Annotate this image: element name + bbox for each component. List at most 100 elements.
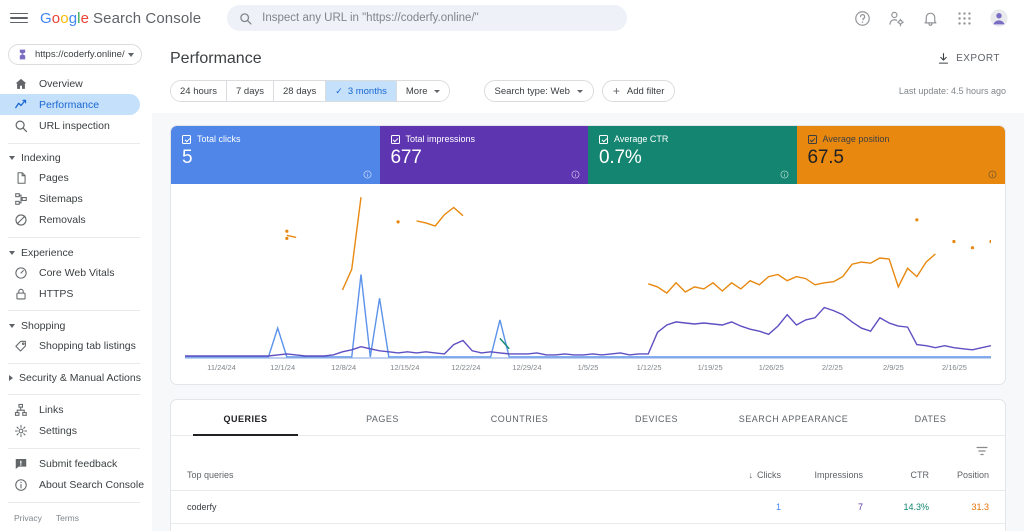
- metric-total-clicks[interactable]: Total clicks 5: [171, 126, 380, 184]
- performance-line-chart[interactable]: [185, 188, 991, 363]
- range-7-days[interactable]: 7 days: [226, 81, 274, 101]
- cell-position: 78.3: [939, 523, 1005, 531]
- range-28-days[interactable]: 28 days: [273, 81, 327, 101]
- cell-impressions: 96: [791, 523, 873, 531]
- tab-dates[interactable]: DATES: [862, 400, 999, 435]
- property-selector[interactable]: https://coderfy.online/: [8, 44, 142, 66]
- checkbox-icon[interactable]: [390, 134, 400, 144]
- range-more[interactable]: More: [396, 81, 449, 101]
- sidebar-item-pages[interactable]: Pages: [0, 168, 140, 189]
- metric-header: Average CTR: [599, 134, 786, 144]
- sidebar-item-label: Performance: [39, 98, 100, 111]
- page-header: Performance EXPORT 24 hours 7 days 28 da…: [152, 36, 1024, 113]
- table-row[interactable]: wordpress development miami 0 96 0% 78.3: [171, 523, 1005, 531]
- column-header-position[interactable]: Position: [939, 462, 1005, 491]
- top-bar: Google Search Console: [0, 0, 1024, 36]
- sidebar-item-submit-feedback[interactable]: Submit feedback: [0, 454, 140, 475]
- help-icon[interactable]: [854, 10, 871, 27]
- chevron-right-icon: [9, 375, 13, 382]
- sidebar-item-overview[interactable]: Overview: [0, 73, 140, 94]
- search-input[interactable]: [262, 12, 616, 24]
- export-button[interactable]: EXPORT: [931, 48, 1006, 69]
- search-icon: [240, 12, 252, 25]
- column-header-impressions[interactable]: Impressions: [791, 462, 873, 491]
- metric-cards: Total clicks 5 Total impressions 677 Ave…: [171, 126, 1005, 184]
- column-header-top-queries[interactable]: Top queries: [171, 462, 703, 491]
- cell-clicks: 1: [703, 490, 791, 524]
- sidebar-item-removals[interactable]: Removals: [0, 210, 140, 231]
- url-inspection-search[interactable]: [227, 5, 628, 31]
- sidebar-group-shopping[interactable]: Shopping: [0, 316, 152, 335]
- cell-position: 31.3: [939, 490, 1005, 524]
- metric-header: Total impressions: [390, 134, 578, 144]
- range-label: More: [405, 85, 428, 97]
- download-icon: [938, 53, 949, 64]
- column-header-clicks[interactable]: ↓ Clicks: [703, 462, 791, 491]
- terms-link[interactable]: Terms: [56, 513, 79, 523]
- sidebar-item-settings[interactable]: Settings: [0, 421, 140, 442]
- metric-average-position[interactable]: Average position 67.5: [796, 126, 1005, 184]
- sidebar-group-security[interactable]: Security & Manual Actions: [0, 369, 152, 388]
- search-type-filter[interactable]: Search type: Web: [483, 80, 594, 102]
- sidebar-group-label: Security & Manual Actions: [19, 372, 141, 385]
- tab-pages[interactable]: PAGES: [314, 400, 451, 435]
- sidebar-group-experience[interactable]: Experience: [0, 243, 152, 262]
- info-icon[interactable]: [363, 170, 372, 179]
- column-header-ctr[interactable]: CTR: [873, 462, 939, 491]
- trend-icon: [15, 99, 27, 109]
- chart-data-point: [915, 218, 919, 222]
- metric-label: Total impressions: [405, 134, 476, 144]
- property-label: https://coderfy.online/: [35, 49, 125, 61]
- sidebar-item-label: Pages: [39, 172, 69, 185]
- table-row[interactable]: coderfy 1 7 14.3% 31.3: [171, 490, 1005, 524]
- date-range-segmented-control: 24 hours 7 days 28 days ✓ 3 months More: [170, 80, 450, 102]
- range-24-hours[interactable]: 24 hours: [171, 81, 227, 101]
- sidebar-item-shopping-tab-listings[interactable]: Shopping tab listings: [0, 336, 140, 357]
- info-icon[interactable]: [571, 170, 580, 179]
- tab-queries[interactable]: QUERIES: [177, 400, 314, 436]
- sidebar-group-label: Shopping: [21, 319, 66, 332]
- manage-users-icon[interactable]: [888, 10, 905, 27]
- sidebar-item-core-web-vitals[interactable]: Core Web Vitals: [0, 262, 140, 283]
- x-axis-tick-label: 1/12/25: [636, 363, 662, 372]
- checkbox-icon[interactable]: [599, 134, 608, 144]
- checkbox-icon[interactable]: [807, 134, 817, 144]
- privacy-link[interactable]: Privacy: [14, 513, 42, 523]
- check-icon: ✓: [335, 85, 343, 96]
- info-icon[interactable]: [988, 170, 997, 179]
- sidebar-item-links[interactable]: Links: [0, 400, 140, 421]
- table-header-row: Top queries ↓ Clicks Impressions CTR Pos: [171, 462, 1005, 491]
- sidebar-item-performance[interactable]: Performance: [0, 94, 140, 116]
- add-filter-label: Add filter: [626, 85, 665, 97]
- chart-area[interactable]: 11/24/24 12/1/24 12/8/24 12/15/24 12/22/24 12…: [171, 184, 1005, 384]
- range-3-months[interactable]: ✓ 3 months: [326, 81, 397, 101]
- chart-data-point: [952, 239, 956, 244]
- divider: [8, 310, 140, 312]
- tab-countries[interactable]: COUNTRIES: [451, 400, 588, 435]
- checkbox-icon[interactable]: [182, 134, 191, 144]
- tab-search-appearance[interactable]: SEARCH APPEARANCE: [725, 400, 862, 435]
- metric-value: 677: [390, 147, 422, 168]
- add-filter-button[interactable]: + Add filter: [601, 80, 676, 102]
- tab-devices[interactable]: DEVICES: [588, 400, 725, 435]
- table-body: coderfy 1 7 14.3% 31.3 wordpress develop…: [171, 490, 1005, 531]
- chart-series-line: [648, 254, 935, 293]
- info-icon[interactable]: [780, 170, 789, 179]
- sidebar-item-https[interactable]: HTTPS: [0, 283, 140, 304]
- sidebar-item-about-search-console[interactable]: About Search Console: [0, 475, 144, 496]
- avatar[interactable]: [990, 9, 1008, 27]
- x-axis-tick-label: 2/2/25: [821, 363, 843, 372]
- metric-total-impressions[interactable]: Total impressions 677: [379, 126, 588, 184]
- logo-letter-o1: o: [51, 9, 61, 27]
- menu-icon[interactable]: [8, 7, 30, 29]
- filter-list-icon[interactable]: [975, 444, 989, 458]
- sidebar-item-sitemaps[interactable]: Sitemaps: [0, 189, 140, 210]
- dimension-table-card: QUERIES PAGES COUNTRIES DEVICES SEARCH A…: [170, 399, 1006, 531]
- metric-average-ctr[interactable]: Average CTR 0.7%: [588, 126, 797, 184]
- brand-logo[interactable]: Google Search Console: [40, 10, 201, 27]
- sidebar-group-indexing[interactable]: Indexing: [0, 148, 152, 167]
- notifications-icon[interactable]: [922, 10, 939, 27]
- sidebar-item-url-inspection[interactable]: URL inspection: [0, 115, 140, 136]
- sort-arrow-icon: ↓: [748, 470, 754, 480]
- apps-grid-icon[interactable]: [956, 10, 973, 27]
